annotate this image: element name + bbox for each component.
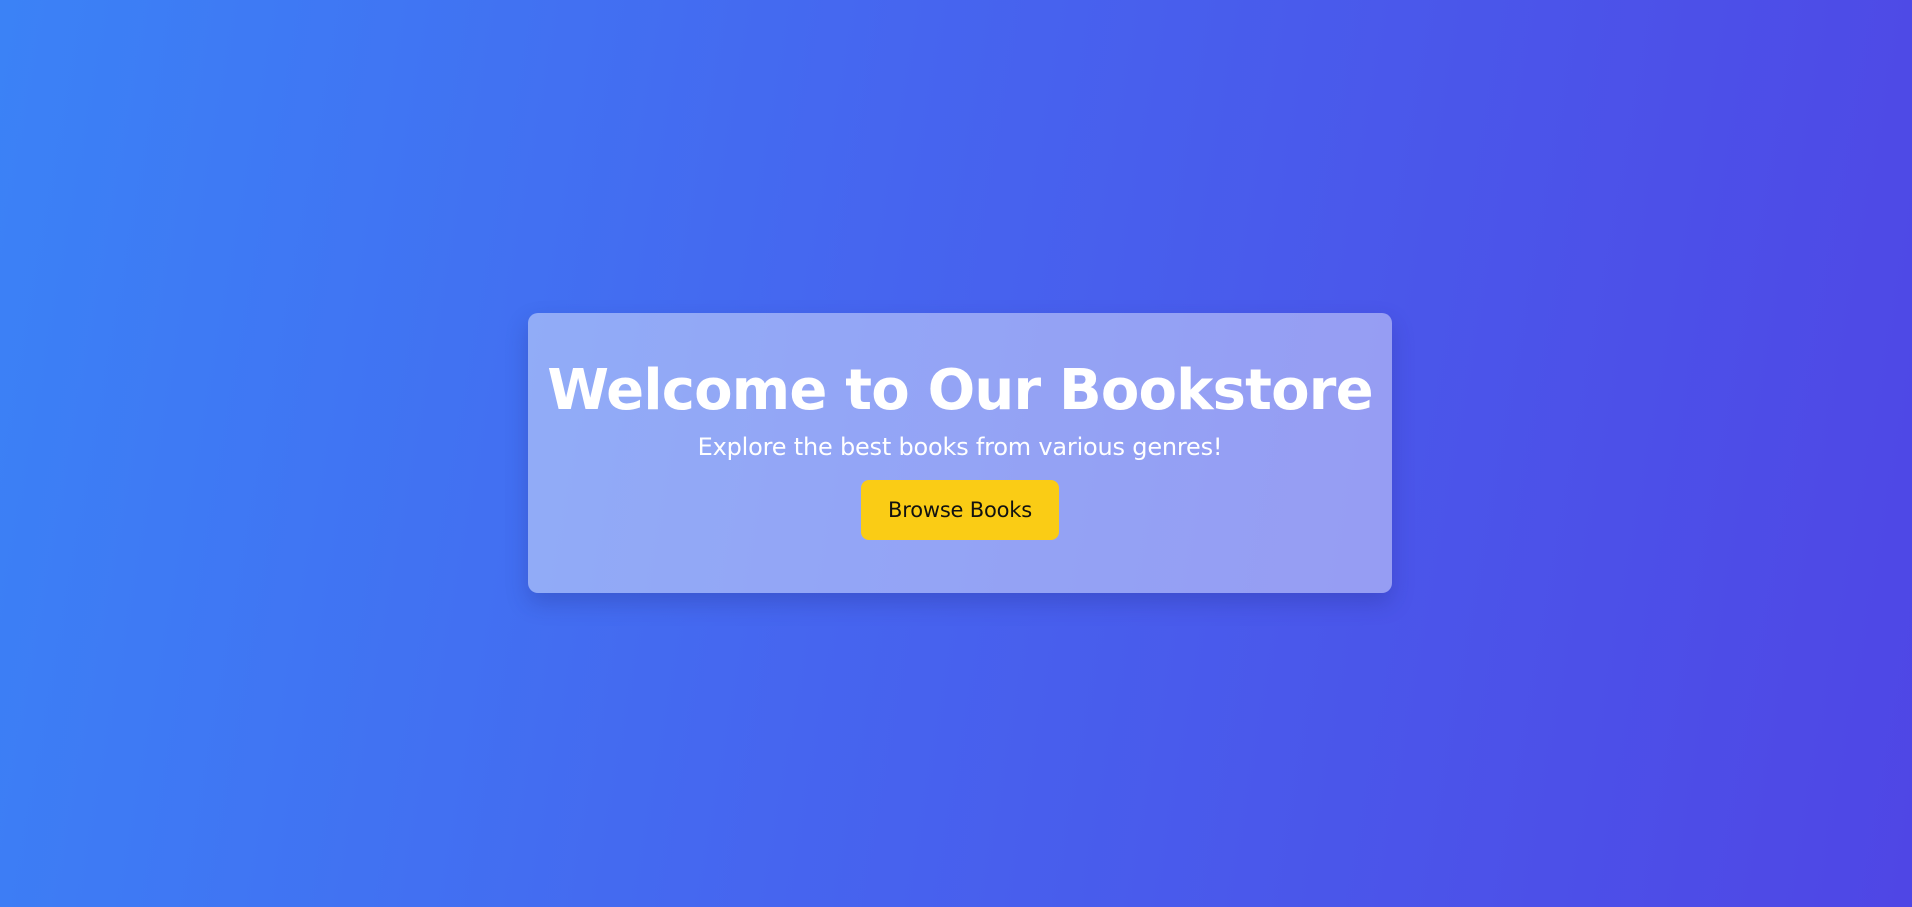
hero-title: Welcome to Our Bookstore xyxy=(547,358,1373,423)
hero-card: Welcome to Our Bookstore Explore the bes… xyxy=(528,313,1392,593)
hero-subtitle: Explore the best books from various genr… xyxy=(697,433,1223,461)
browse-books-button[interactable]: Browse Books xyxy=(861,480,1059,540)
